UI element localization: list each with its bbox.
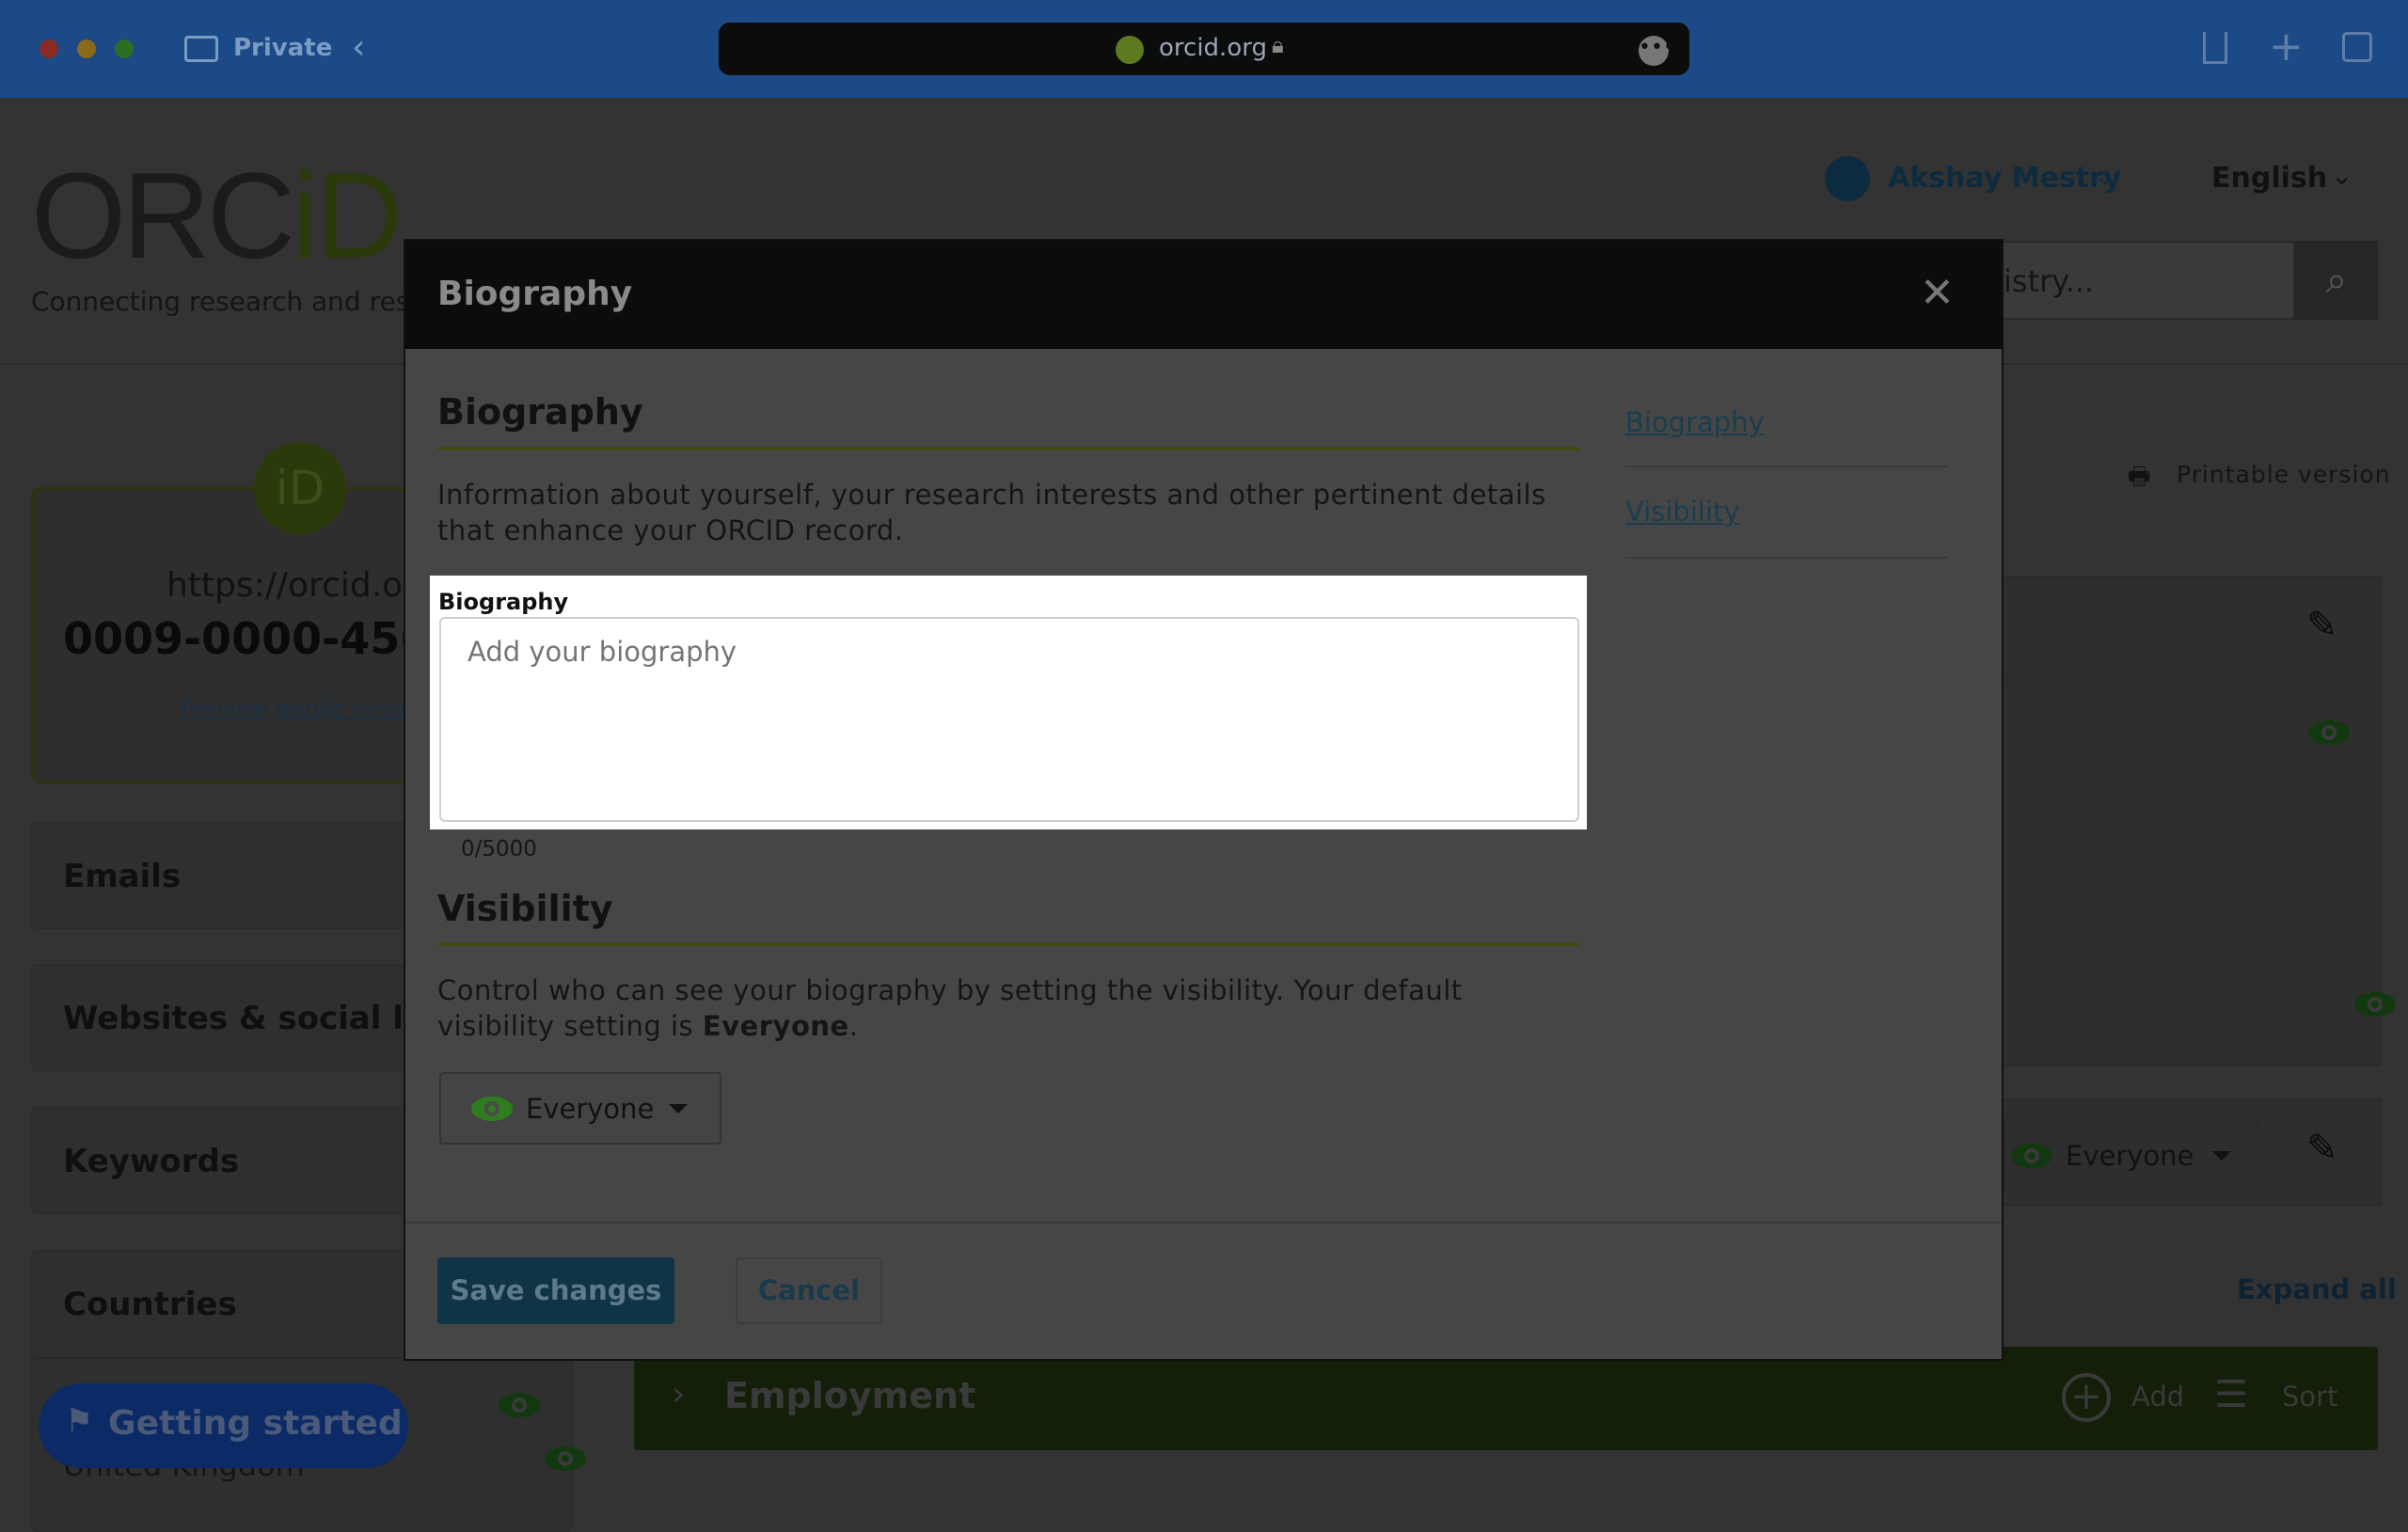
maximize-window-button[interactable] [115,39,134,58]
nav-link-biography[interactable]: Biography [1625,406,1765,438]
orcid-logo: ORCiD [31,147,404,284]
expand-all-link[interactable]: Expand all [2237,1273,2397,1305]
sort-button[interactable]: Sort [2282,1381,2337,1413]
tab-overview-icon[interactable] [2342,32,2372,62]
address-bar[interactable]: orcid.org 🔒︎ ••• [719,23,1689,75]
employment-section-header[interactable]: › Employment + Add ☰ Sort [634,1347,2378,1450]
more-options-icon[interactable]: ••• [1639,36,1675,66]
dialog-title: Biography [437,275,633,313]
sidebar-toggle-icon[interactable] [184,36,218,62]
tagline: Connecting research and rese [31,286,426,317]
sort-icon: ☰ [2214,1373,2248,1416]
add-button[interactable]: Add [2131,1381,2184,1413]
caret-down-icon [669,1104,688,1113]
preview-public-record-link[interactable]: Preview public recor [181,696,409,722]
visibility-select[interactable]: Everyone [439,1072,721,1145]
nav-link-visibility[interactable]: Visibility [1625,496,1740,528]
caret-down-icon [2212,1151,2231,1161]
footer-divider [405,1222,2002,1224]
edit-pencil-icon[interactable]: ✎ [2306,604,2338,647]
orcid-id-icon: iD [254,442,346,534]
nav-divider [1625,557,1948,559]
user-avatar-icon [1825,156,1870,201]
new-tab-icon[interactable]: + [2269,23,2304,71]
visibility-description: Control who can see your biography by se… [437,974,1463,1042]
orcid-favicon-icon [1116,36,1144,64]
biography-dialog: Biography ✕ Biography Information about … [405,241,2002,1359]
search-icon: ⌕ [2325,259,2348,302]
getting-started-button[interactable]: ⚑ Getting started [39,1383,408,1468]
biography-heading: Biography [437,391,643,433]
browser-toolbar: Private ‹ orcid.org 🔒︎ ••• + [0,0,2408,98]
save-changes-button[interactable]: Save changes [437,1257,674,1324]
back-icon[interactable]: ‹ [352,28,365,67]
dialog-header: Biography ✕ [405,241,2002,349]
biography-field-group: Biography [430,576,1587,829]
share-icon[interactable] [2203,32,2227,64]
url-text: orcid.org [1159,34,1267,62]
biography-textarea[interactable] [439,617,1579,822]
visibility-eye-icon [499,1393,540,1417]
language-select[interactable]: English [2211,162,2327,195]
character-counter: 0/5000 [461,837,537,861]
lock-icon: 🔒︎ [1272,32,1284,58]
minimize-window-button[interactable] [77,39,96,58]
visibility-eye-icon [2354,992,2397,1017]
private-label: Private [233,34,333,62]
visibility-dropdown[interactable]: Everyone [2004,1119,2259,1191]
visibility-eye-icon [2011,1144,2052,1168]
biography-field-label: Biography [438,589,569,615]
edit-pencil-icon[interactable]: ✎ [2306,1127,2338,1170]
chevron-down-icon: ⌄ [2331,160,2353,191]
printer-icon: 🖶︎ [2128,463,2151,491]
search-button[interactable]: ⌕ [2295,241,2378,320]
chevron-down-icon: ⌄ [2094,160,2116,191]
printable-version-link[interactable]: Printable version [2177,461,2391,488]
close-window-button[interactable] [40,39,58,58]
heading-underline [437,447,1579,450]
biography-description: Information about yourself, your researc… [437,479,1546,546]
visibility-eye-icon [545,1446,587,1471]
flag-icon: ⚑ [65,1402,94,1440]
cancel-button[interactable]: Cancel [736,1257,882,1324]
chevron-right-icon: › [672,1375,686,1414]
visibility-eye-icon [2308,720,2350,745]
add-circle-icon[interactable]: + [2062,1373,2111,1422]
orcid-url: https://orcid.or [166,566,417,605]
user-menu[interactable]: Akshay Mestry [1888,162,2121,195]
visibility-eye-icon [471,1097,513,1121]
biography-panel: ✎ [1975,576,2397,1066]
heading-underline [437,942,1579,946]
visibility-heading: Visibility [437,888,613,929]
nav-divider [1625,466,1948,467]
search-input[interactable]: istry... [2002,241,2295,320]
orcid-id: 0009-0000-4562 [63,613,461,664]
visibility-panel: Everyone ✎ [1975,1098,2382,1206]
close-icon[interactable]: ✕ [1920,269,1955,317]
